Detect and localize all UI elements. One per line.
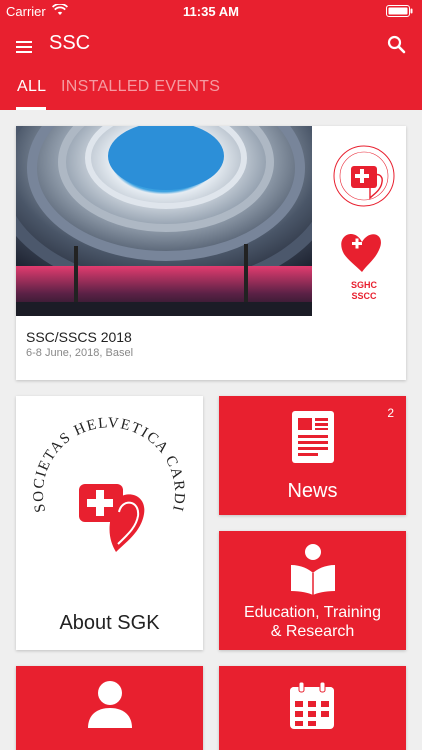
event-photo xyxy=(16,126,312,316)
status-bar: Carrier 11:35 AM xyxy=(0,0,422,22)
battery-icon xyxy=(386,5,414,20)
news-label: News xyxy=(287,480,338,502)
tab-all[interactable]: ALL xyxy=(17,78,46,96)
event-card[interactable]: SGHC SSCC SSC/SSCS 2018 6-8 June, 2018, … xyxy=(16,126,406,380)
person-icon xyxy=(88,681,132,728)
event-logos: SGHC SSCC xyxy=(324,136,404,306)
societas-logo: SOCIETAS HELVETICA CARDIOLOGICA xyxy=(10,384,186,552)
news-badge: 2 xyxy=(387,406,394,420)
education-label-line1: Education, Training xyxy=(244,604,381,621)
news-tile[interactable]: 2 News xyxy=(219,396,406,515)
clock: 11:35 AM xyxy=(183,4,239,19)
calendar-icon xyxy=(290,682,334,729)
app-title: SSC xyxy=(49,32,91,54)
menu-icon[interactable] xyxy=(14,36,36,58)
newspaper-icon xyxy=(292,411,334,463)
reading-person-icon xyxy=(291,544,335,595)
tab-indicator xyxy=(16,107,46,110)
event-subtitle: 6-8 June, 2018, Basel xyxy=(26,347,134,359)
tab-installed-events[interactable]: INSTALLED EVENTS xyxy=(61,78,220,96)
app-bar: SSC ALL INSTALLED EVENTS xyxy=(0,22,422,110)
calendar-tile[interactable] xyxy=(219,666,406,750)
education-label-line2: & Research xyxy=(270,623,355,640)
profile-tile[interactable] xyxy=(16,666,203,750)
education-tile[interactable]: Education, Training & Research xyxy=(219,531,406,650)
logo-text-sscc: SSCC xyxy=(351,291,377,301)
event-title: SSC/SSCS 2018 xyxy=(26,329,132,345)
about-sgk-tile[interactable]: SOCIETAS HELVETICA CARDIOLOGICA About SG… xyxy=(10,384,203,650)
education-label: Education, Training & Research xyxy=(219,603,406,641)
logo-text-sghc: SGHC xyxy=(351,280,378,290)
about-sgk-label: About SGK xyxy=(59,612,160,634)
search-icon[interactable] xyxy=(386,34,408,56)
